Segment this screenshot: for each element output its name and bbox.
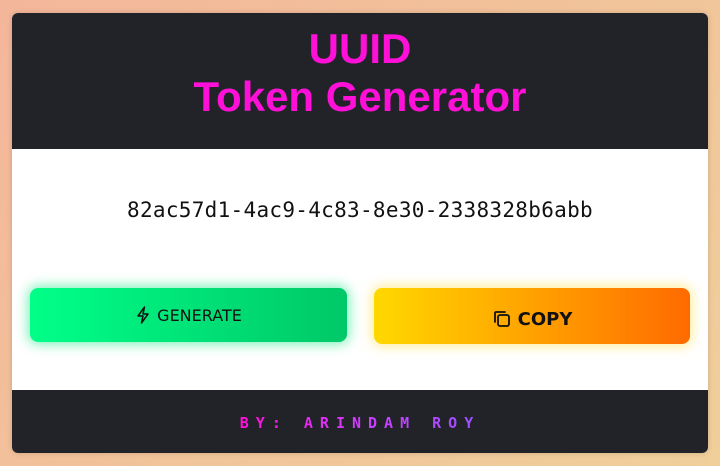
title-line-2: Token Generator — [193, 73, 527, 120]
generate-button[interactable]: GENERATE — [30, 288, 347, 342]
generate-button-label: GENERATE — [157, 305, 242, 325]
lightning-icon — [135, 306, 151, 324]
copy-icon — [492, 309, 512, 329]
title-line-1: UUID — [308, 25, 412, 72]
copy-button[interactable]: COPY — [374, 288, 690, 344]
copy-button-label: COPY — [517, 308, 573, 330]
page-title: UUID Token Generator — [12, 13, 708, 121]
author-credit: BY: ARINDAM ROY — [239, 413, 481, 432]
footer: BY: ARINDAM ROY — [12, 390, 708, 453]
header: UUID Token Generator — [12, 13, 708, 149]
token-display: 82ac57d1-4ac9-4c83-8e30-2338328b6abb — [127, 198, 593, 222]
generator-card: UUID Token Generator 82ac57d1-4ac9-4c83-… — [12, 13, 708, 453]
